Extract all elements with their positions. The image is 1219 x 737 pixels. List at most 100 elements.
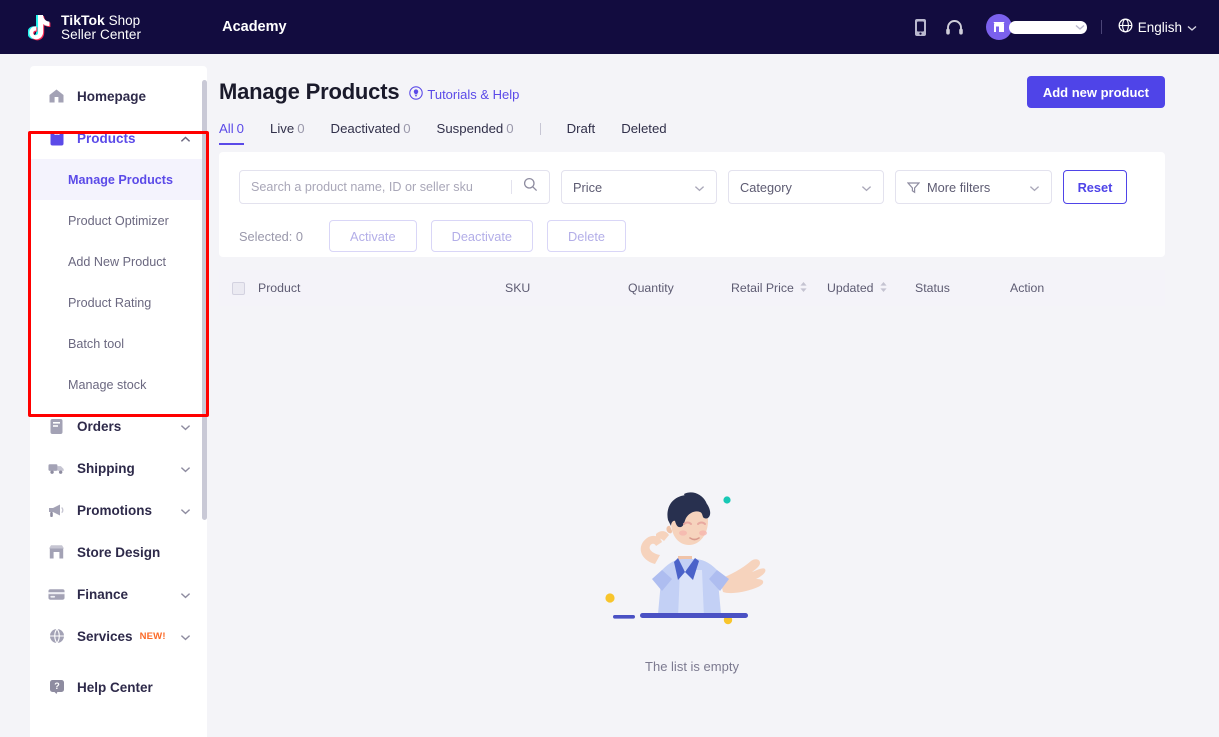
left-sidebar-navigation[interactable]: Homepage Products Manage Products Produc…: [30, 66, 207, 737]
sidebar-item-label: Promotions: [77, 503, 152, 518]
mobile-app-icon[interactable]: [904, 10, 938, 44]
tab-live[interactable]: Live0: [270, 121, 305, 145]
product-status-tabs[interactable]: All0 Live0 Deactivated0 Suspended0 Draft…: [219, 121, 1219, 145]
sidebar-item-finance[interactable]: Finance: [30, 573, 207, 615]
megaphone-icon: [48, 503, 65, 518]
more-filters-label: More filters: [927, 180, 990, 195]
sort-toggle-icon[interactable]: [879, 281, 888, 296]
sidebar-item-services[interactable]: Services NEW!: [30, 615, 207, 657]
account-menu[interactable]: [986, 14, 1085, 40]
sidebar-subitem-manage-products[interactable]: Manage Products: [30, 159, 207, 200]
sidebar-item-help-center[interactable]: ? Help Center: [30, 666, 207, 708]
headset-support-icon[interactable]: [938, 10, 972, 44]
category-filter-dropdown[interactable]: Category: [728, 170, 884, 204]
main-content-area: Manage Products Tutorials & Help Add new…: [219, 66, 1219, 737]
reset-filters-button[interactable]: Reset: [1063, 170, 1127, 204]
language-selector[interactable]: English: [1118, 18, 1197, 36]
sidebar-subitem-label: Product Optimizer: [68, 214, 169, 228]
products-submenu: Manage Products Product Optimizer Add Ne…: [30, 159, 207, 405]
funnel-icon: [907, 181, 920, 194]
tutorials-and-help-link[interactable]: Tutorials & Help: [409, 86, 519, 103]
new-badge: NEW!: [140, 631, 166, 642]
ground-line-small: [613, 615, 635, 619]
orders-list-icon: [48, 418, 65, 435]
brand-tiktok-text: TikTok: [61, 12, 105, 28]
sidebar-item-orders[interactable]: Orders: [30, 405, 207, 447]
sort-toggle-icon[interactable]: [799, 281, 808, 296]
sidebar-subitem-manage-stock[interactable]: Manage stock: [30, 364, 207, 405]
sidebar-item-label: Orders: [77, 419, 121, 434]
language-label: English: [1138, 20, 1182, 35]
sidebar-subitem-label: Manage Products: [68, 173, 173, 187]
brand-shop-text: Shop: [105, 13, 140, 28]
column-header-quantity: Quantity: [628, 281, 731, 295]
tab-label: All: [219, 121, 234, 136]
selected-count-value: 0: [296, 229, 303, 244]
column-label: Quantity: [628, 281, 674, 295]
column-label: Updated: [827, 281, 874, 295]
column-header-retail-price[interactable]: Retail Price: [731, 281, 827, 296]
sidebar-item-promotions[interactable]: Promotions: [30, 489, 207, 531]
selected-count-label: Selected: 0: [239, 229, 303, 244]
sidebar-item-label: Store Design: [77, 545, 160, 560]
tab-label: Live: [270, 121, 294, 136]
chevron-down-icon: [861, 180, 872, 195]
sidebar-subitem-batch-tool[interactable]: Batch tool: [30, 323, 207, 364]
tab-count: 0: [403, 121, 410, 136]
select-all-checkbox[interactable]: [232, 282, 245, 295]
delete-button[interactable]: Delete: [547, 220, 626, 252]
shop-avatar-icon: [986, 14, 1012, 40]
tab-label: Deactivated: [331, 121, 401, 136]
sidebar-scrollbar-thumb[interactable]: [202, 80, 207, 520]
products-table-header: Product SKU Quantity Retail Price Update…: [219, 270, 1165, 306]
column-header-updated[interactable]: Updated: [827, 281, 915, 296]
sidebar-item-shipping[interactable]: Shipping: [30, 447, 207, 489]
sidebar-subitem-label: Manage stock: [68, 378, 146, 392]
column-label: Retail Price: [731, 281, 794, 295]
sidebar-item-homepage[interactable]: Homepage: [30, 75, 207, 117]
tutorials-link-label: Tutorials & Help: [427, 87, 519, 102]
activate-button[interactable]: Activate: [329, 220, 417, 252]
sidebar-item-store-design[interactable]: Store Design: [30, 531, 207, 573]
yellow-dot-left: [605, 593, 614, 602]
tab-label: Draft: [567, 121, 596, 136]
lightbulb-icon: [409, 86, 423, 103]
chevron-down-icon: [180, 419, 191, 434]
brand-wordmark: TikTok Shop Seller Center: [61, 13, 141, 42]
column-header-sku: SKU: [505, 281, 628, 295]
topbar-divider: [1101, 20, 1102, 34]
chevron-up-icon: [180, 131, 191, 146]
filter-row: Price Category More filters: [239, 170, 1145, 204]
column-label: Status: [915, 281, 950, 295]
tab-deleted[interactable]: Deleted: [621, 121, 666, 145]
more-filters-dropdown[interactable]: More filters: [895, 170, 1052, 204]
price-filter-dropdown[interactable]: Price: [561, 170, 717, 204]
filters-card: Price Category More filters: [219, 152, 1165, 257]
sidebar-subitem-product-optimizer[interactable]: Product Optimizer: [30, 200, 207, 241]
search-icon[interactable]: [523, 177, 538, 197]
tab-deactivated[interactable]: Deactivated0: [331, 121, 411, 145]
confused-shrug-person-illustration: [600, 486, 785, 651]
tab-count: 0: [506, 121, 513, 136]
globe-services-icon: [48, 628, 65, 644]
column-label: Product: [258, 281, 300, 295]
deactivate-button[interactable]: Deactivate: [431, 220, 533, 252]
tab-suspended[interactable]: Suspended0: [437, 121, 514, 145]
sidebar-item-label: Help Center: [77, 680, 153, 695]
sidebar-top-spacer: [30, 66, 207, 75]
search-product-box[interactable]: [239, 170, 550, 204]
nav-item-academy[interactable]: Academy: [222, 19, 286, 35]
tab-draft[interactable]: Draft: [567, 121, 596, 145]
add-new-product-button[interactable]: Add new product: [1027, 76, 1165, 108]
sidebar-item-products[interactable]: Products: [30, 117, 207, 159]
tab-all[interactable]: All0: [219, 121, 244, 145]
empty-state-message: The list is empty: [645, 659, 739, 674]
sidebar-scroll-area: Homepage Products Manage Products Produc…: [30, 66, 207, 708]
brand-logo-link[interactable]: TikTok Shop Seller Center: [28, 12, 141, 42]
sidebar-subitem-add-new-product[interactable]: Add New Product: [30, 241, 207, 282]
products-bag-icon: [48, 130, 65, 147]
search-input[interactable]: [251, 180, 511, 194]
sidebar-subitem-product-rating[interactable]: Product Rating: [30, 282, 207, 323]
tiktok-note-icon: [28, 12, 54, 42]
empty-state: The list is empty: [219, 486, 1165, 674]
